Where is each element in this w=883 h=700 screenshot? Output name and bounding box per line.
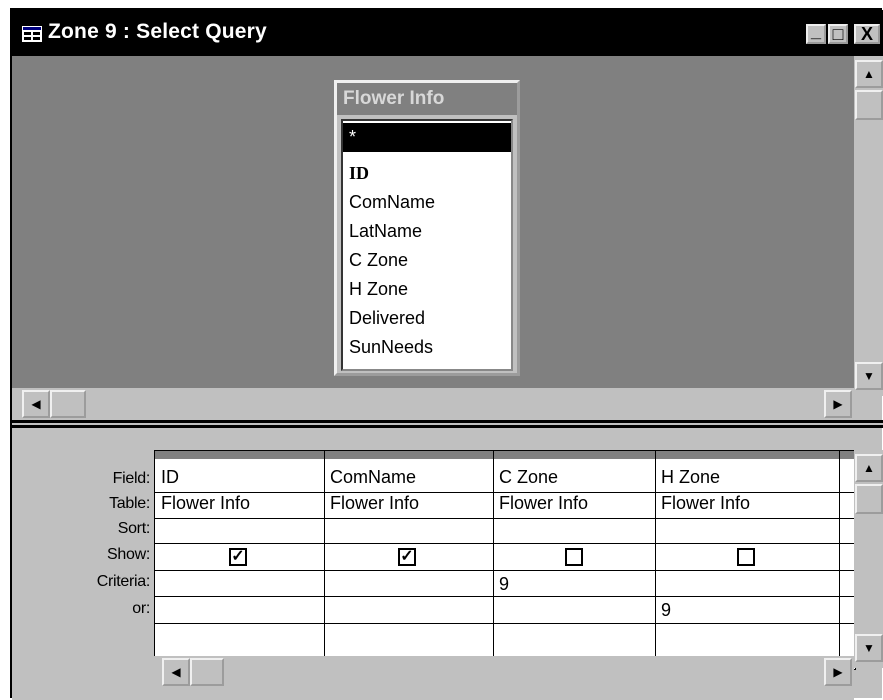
close-icon: X: [860, 24, 873, 44]
grid-cell-field[interactable]: C Zone: [493, 467, 655, 488]
field-list-item-latname[interactable]: LatName: [343, 217, 511, 246]
scroll-right-button[interactable]: ▶: [824, 390, 852, 418]
arrow-down-icon: ▼: [863, 641, 875, 655]
grid-scroll-left-button[interactable]: ◀: [162, 658, 190, 686]
grid-scroll-down-button[interactable]: ▼: [855, 634, 883, 662]
column-selector[interactable]: [494, 451, 656, 459]
grid-line: [155, 570, 855, 571]
grid-line: [839, 451, 840, 669]
arrow-up-icon: ▲: [863, 67, 875, 81]
maximize-button[interactable]: □: [828, 24, 848, 44]
field-list-item-id[interactable]: ID: [343, 159, 511, 188]
field-list-item-sunneeds[interactable]: SunNeeds: [343, 333, 511, 362]
maximize-icon: □: [832, 24, 844, 44]
grid-line: [155, 623, 855, 624]
column-selector[interactable]: [325, 451, 494, 459]
horizontal-scroll-thumb[interactable]: [50, 390, 86, 418]
grid-line: [155, 543, 855, 544]
grid-cell-field[interactable]: ID: [155, 467, 324, 488]
query-design-grid[interactable]: ID ComName C Zone H Zone Flower Info Flo…: [154, 450, 856, 670]
show-checkbox[interactable]: [737, 548, 755, 566]
grid-vertical-scrollbar[interactable]: ▲ ▼: [854, 450, 883, 668]
arrow-right-icon: ▶: [833, 397, 843, 411]
grid-scroll-up-button[interactable]: ▲: [855, 454, 883, 482]
field-list-item-czone[interactable]: C Zone: [343, 246, 511, 275]
scroll-down-button[interactable]: ▼: [855, 362, 883, 390]
scroll-thumb[interactable]: [855, 90, 883, 120]
grid-line: [155, 596, 855, 597]
column-selector[interactable]: [656, 451, 855, 459]
grid-cell-table[interactable]: Flower Info: [155, 493, 250, 514]
grid-cell-field[interactable]: H Zone: [655, 467, 839, 488]
query-window: Zone 9 : Select Query _ □ X Flower Info …: [10, 8, 883, 700]
row-label-sort: Sort:: [117, 520, 151, 537]
field-list-body: * ID ComName LatName C Zone H Zone Deliv…: [341, 119, 513, 371]
close-button[interactable]: X: [854, 24, 880, 44]
query-icon: [22, 26, 42, 42]
column-selector[interactable]: [155, 451, 325, 459]
grid-cell-table[interactable]: Flower Info: [655, 493, 750, 514]
arrow-up-icon: ▲: [863, 461, 875, 475]
row-label-show: Show:: [107, 546, 150, 563]
grid-cell-or[interactable]: 9: [655, 600, 671, 621]
scroll-up-button[interactable]: ▲: [855, 60, 883, 88]
field-list-item-all[interactable]: *: [343, 123, 511, 152]
scroll-left-button[interactable]: ◀: [22, 390, 50, 418]
grid-cell-criteria[interactable]: 9: [493, 574, 509, 595]
grid-cell-table[interactable]: Flower Info: [324, 493, 419, 514]
show-checkbox[interactable]: ✓: [398, 548, 416, 566]
field-list-item-delivered[interactable]: Delivered: [343, 304, 511, 333]
grid-horizontal-scroll-thumb[interactable]: [190, 658, 224, 686]
row-label-or: or:: [132, 600, 150, 617]
pane-splitter-highlight: [12, 423, 883, 425]
minimize-button[interactable]: _: [806, 21, 826, 44]
window-title: Zone 9 : Select Query: [48, 20, 267, 43]
upper-vertical-scrollbar[interactable]: ▲ ▼: [854, 56, 883, 396]
minimize-icon: _: [810, 21, 821, 41]
arrow-left-icon: ◀: [171, 665, 181, 679]
arrow-left-icon: ◀: [31, 397, 41, 411]
field-list-title[interactable]: Flower Info: [337, 83, 517, 115]
show-checkbox[interactable]: ✓: [229, 548, 247, 566]
title-bar[interactable]: Zone 9 : Select Query _ □ X: [12, 10, 883, 56]
arrow-right-icon: ▶: [833, 665, 843, 679]
grid-scroll-right-button[interactable]: ▶: [824, 658, 852, 686]
field-list-item-hzone[interactable]: H Zone: [343, 275, 511, 304]
row-label-table: Table:: [109, 495, 150, 512]
field-list-item-comname[interactable]: ComName: [343, 188, 511, 217]
show-checkbox[interactable]: [565, 548, 583, 566]
grid-horizontal-scrollbar[interactable]: ◀ ▶: [154, 656, 854, 688]
grid-scroll-thumb[interactable]: [855, 484, 883, 514]
field-list-window[interactable]: Flower Info * ID ComName LatName C Zone …: [334, 80, 520, 376]
grid-cell-field[interactable]: ComName: [324, 467, 493, 488]
arrow-down-icon: ▼: [863, 369, 875, 383]
row-label-field: Field:: [112, 470, 151, 487]
grid-cell-table[interactable]: Flower Info: [493, 493, 588, 514]
upper-horizontal-scrollbar[interactable]: ◀ ▶: [12, 388, 854, 420]
grid-line: [155, 518, 855, 519]
row-label-criteria: Criteria:: [96, 573, 151, 590]
